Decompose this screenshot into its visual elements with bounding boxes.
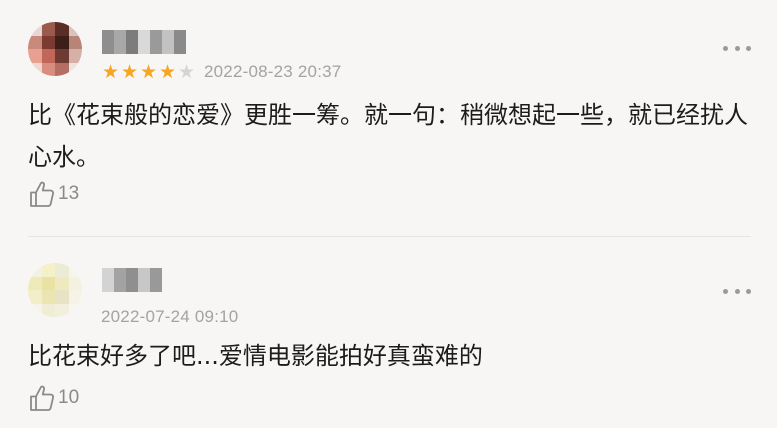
star-icon: ★ [120,60,139,83]
like-count: 10 [58,387,80,408]
comment-card: ★ ★ ★ ★ ★ 2022-08-23 20:37 比《花束般的恋爱》更胜一筹… [0,0,777,236]
meta-row: ★ ★ ★ ★ ★ 2022-08-23 20:37 [101,60,341,84]
star-icon: ★ [158,60,177,83]
like-button[interactable]: 13 [29,180,79,208]
username-blurred[interactable] [102,268,162,292]
comment-card: 2022-07-24 09:10 比花束好多了吧...爱情电影能拍好真蛮难的 1… [0,237,777,428]
more-dots-icon[interactable] [723,42,751,54]
rating-stars: ★ ★ ★ ★ ★ [101,60,196,83]
comment-text: 比《花束般的恋爱》更胜一筹。就一句：稍微想起一些，就已经扰人心水。 [28,101,748,171]
more-dots-icon[interactable] [723,285,751,297]
star-icon: ★ [101,60,120,83]
timestamp: 2022-07-24 09:10 [101,307,239,326]
like-button[interactable]: 10 [29,384,79,412]
avatar[interactable] [28,263,82,317]
thumbs-up-icon [30,181,55,207]
star-empty-icon: ★ [177,60,196,83]
like-count: 13 [58,183,80,204]
avatar[interactable] [28,22,82,76]
username-blurred[interactable] [102,30,186,54]
thumbs-up-icon [30,385,55,411]
comment-text: 比花束好多了吧...爱情电影能拍好真蛮难的 [28,342,483,370]
star-icon: ★ [139,60,158,83]
timestamp: 2022-08-23 20:37 [204,62,342,81]
meta-row: 2022-07-24 09:10 [101,305,238,329]
